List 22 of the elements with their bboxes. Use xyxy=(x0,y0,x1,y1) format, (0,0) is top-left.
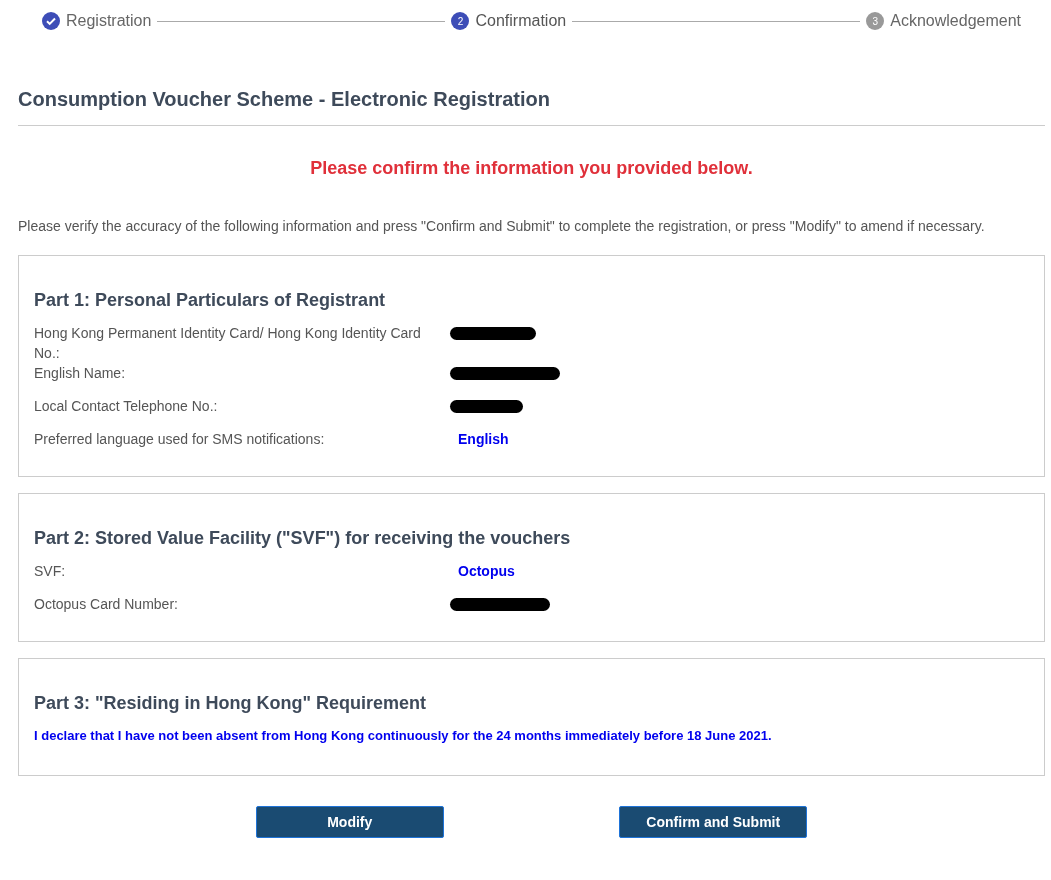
section-heading: Part 3: "Residing in Hong Kong" Requirement xyxy=(34,693,428,714)
field-label: Preferred language used for SMS notifications: xyxy=(34,430,326,449)
modify-button[interactable]: Modify xyxy=(255,806,444,838)
declaration-text: I declare that I have not been absent from Hong Kong continuously for the 24 months immediately before 18 June 2021. xyxy=(34,728,773,743)
step-number: 2 xyxy=(451,12,470,30)
page-title: Consumption Voucher Scheme - Electronic Registration xyxy=(18,88,1045,126)
section-heading: Part 1: Personal Particulars of Registrant xyxy=(34,290,387,311)
field-value: Octopus xyxy=(457,562,515,581)
instructions-text: Please verify the accuracy of the following information and press "Confirm and Submit" to complete the registration, or press "Modify" to amend if necessary. xyxy=(18,218,986,234)
field-label: Octopus Card Number: xyxy=(34,595,179,614)
field-label: English Name: xyxy=(34,364,127,383)
step-label: Acknowledgement xyxy=(890,12,1021,30)
field-label: SVF: xyxy=(34,562,67,581)
field-value: English xyxy=(457,430,509,449)
submit-button[interactable]: Confirm and Submit xyxy=(619,806,808,838)
field-label: Local Contact Telephone No.: xyxy=(34,397,219,416)
section-heading: Part 2: Stored Value Facility ("SVF") for receiving the vouchers xyxy=(34,528,572,549)
field-label: Hong Kong Permanent Identity Card/ Hong Kong Identity Card No.: xyxy=(34,324,422,363)
step-number: 3 xyxy=(866,12,885,30)
step-label: Registration xyxy=(66,12,152,30)
alert-message: Please confirm the information you provided below. xyxy=(309,158,754,179)
step-label: Confirmation xyxy=(475,12,567,30)
